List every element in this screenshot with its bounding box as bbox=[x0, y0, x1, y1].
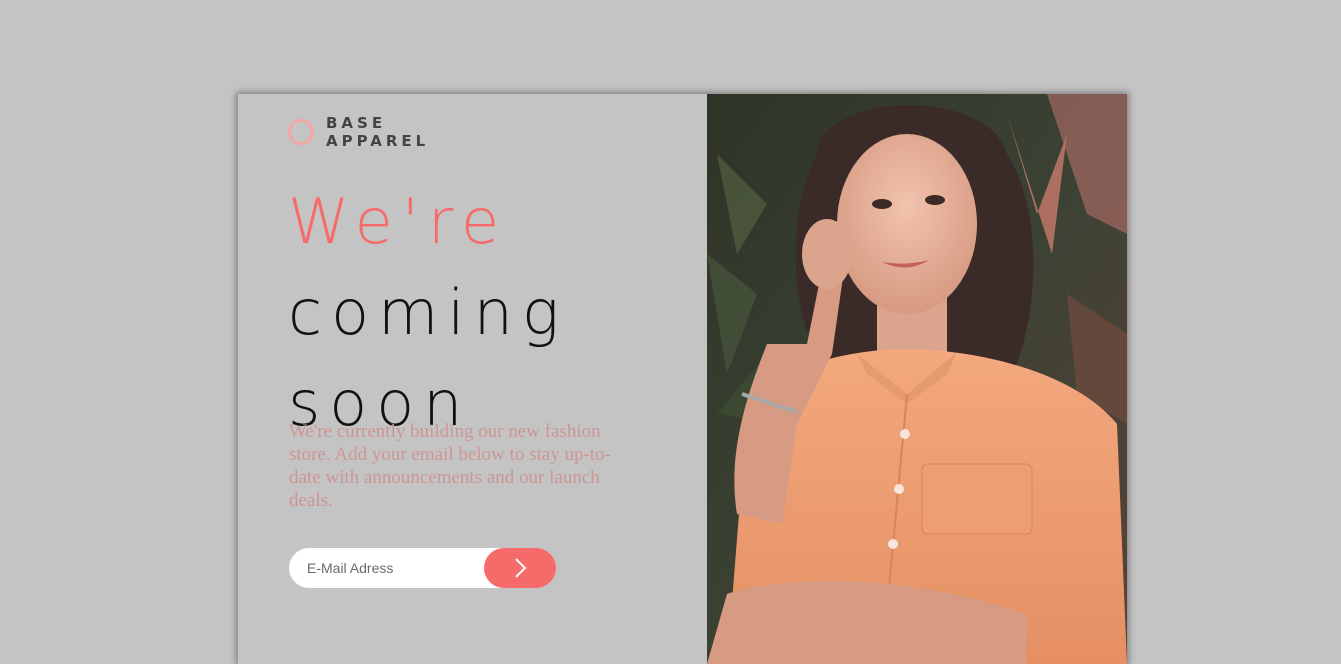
submit-button[interactable] bbox=[484, 548, 556, 588]
hero-photo bbox=[707, 94, 1127, 664]
headline-line-2: coming bbox=[288, 276, 569, 349]
email-signup-form bbox=[289, 548, 556, 588]
logo-text-line-1: BASE bbox=[326, 114, 387, 132]
logo-text-line-2: APPAREL bbox=[326, 132, 430, 150]
logo-text: BASE APPAREL bbox=[326, 114, 429, 150]
chevron-right-icon bbox=[515, 558, 527, 578]
brand-logo: BASE APPAREL bbox=[288, 114, 429, 150]
landing-card: BASE APPAREL We're coming soon We're cur… bbox=[238, 94, 1127, 664]
email-input[interactable] bbox=[307, 558, 477, 578]
logo-ring-icon bbox=[288, 119, 314, 145]
content-panel: BASE APPAREL We're coming soon We're cur… bbox=[238, 94, 707, 664]
headline-line-1: We're bbox=[288, 185, 509, 258]
description-text: We're currently building our new fashion… bbox=[289, 421, 611, 511]
page-title: We're coming soon bbox=[288, 176, 568, 449]
hero-image bbox=[707, 94, 1127, 664]
